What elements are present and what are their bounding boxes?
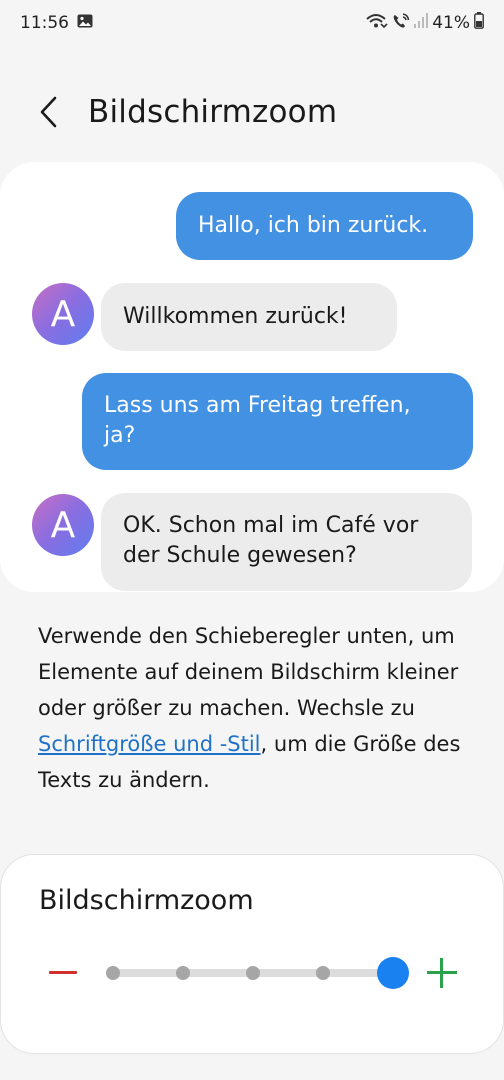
contact-avatar: A — [32, 283, 94, 345]
outgoing-message-bubble: Hallo, ich bin zurück. — [176, 192, 473, 260]
screen-zoom-card: Bildschirmzoom — [0, 854, 504, 1054]
back-button[interactable] — [22, 85, 76, 139]
incoming-message-bubble: Willkommen zurück! — [101, 283, 397, 351]
zoom-description: Verwende den Schieberegler unten, um Ele… — [38, 618, 478, 798]
contact-avatar: A — [32, 494, 94, 556]
page-title: Bildschirmzoom — [88, 94, 338, 130]
status-left: 11:56 — [20, 13, 93, 33]
message-text-line: OK. Schon mal im Café vor — [123, 513, 419, 538]
font-size-style-link[interactable]: Schriftgröße und -Stil — [38, 732, 261, 756]
zoom-preview-card: Hallo, ich bin zurück. A Willkommen zurü… — [0, 162, 504, 592]
minus-icon[interactable] — [47, 955, 81, 991]
display-zoom-screen: 11:56 41% Bildschirmzoom Hallo, ich bin … — [0, 0, 504, 1080]
plus-icon[interactable] — [425, 955, 459, 991]
gallery-icon — [77, 13, 93, 33]
zoom-level-tick[interactable] — [316, 966, 330, 980]
zoom-slider-thumb[interactable] — [377, 957, 409, 989]
description-text: Verwende den Schieberegler unten, um Ele… — [38, 624, 459, 720]
avatar-letter: A — [50, 504, 76, 546]
status-bar: 11:56 41% — [0, 0, 504, 46]
wifi-call-icon — [366, 13, 388, 34]
outgoing-message-bubble: Lass uns am Freitag treffen, ja? — [82, 373, 473, 470]
message-text-line: ja? — [104, 423, 136, 448]
zoom-slider-track[interactable] — [106, 957, 409, 989]
zoom-slider-row — [1, 955, 504, 991]
message-text-line: der Schule gewesen? — [123, 543, 357, 568]
zoom-level-tick[interactable] — [106, 966, 120, 980]
zoom-level-tick[interactable] — [176, 966, 190, 980]
avatar-letter: A — [50, 293, 76, 335]
zoom-level-tick[interactable] — [246, 966, 260, 980]
message-text-line: Lass uns am Freitag treffen, — [104, 393, 411, 418]
app-header: Bildschirmzoom — [0, 82, 504, 142]
message-text: Willkommen zurück! — [123, 304, 348, 329]
signal-icon — [414, 13, 429, 33]
battery-icon — [474, 12, 484, 34]
volte-call-icon — [392, 12, 410, 34]
status-time: 11:56 — [20, 13, 69, 33]
battery-percent: 41% — [432, 13, 470, 33]
zoom-slider-title: Bildschirmzoom — [39, 885, 254, 916]
back-arrow-icon — [40, 96, 57, 128]
status-right: 41% — [366, 12, 484, 34]
incoming-message-bubble: OK. Schon mal im Café vor der Schule gew… — [101, 493, 472, 591]
message-text: Hallo, ich bin zurück. — [198, 213, 429, 238]
